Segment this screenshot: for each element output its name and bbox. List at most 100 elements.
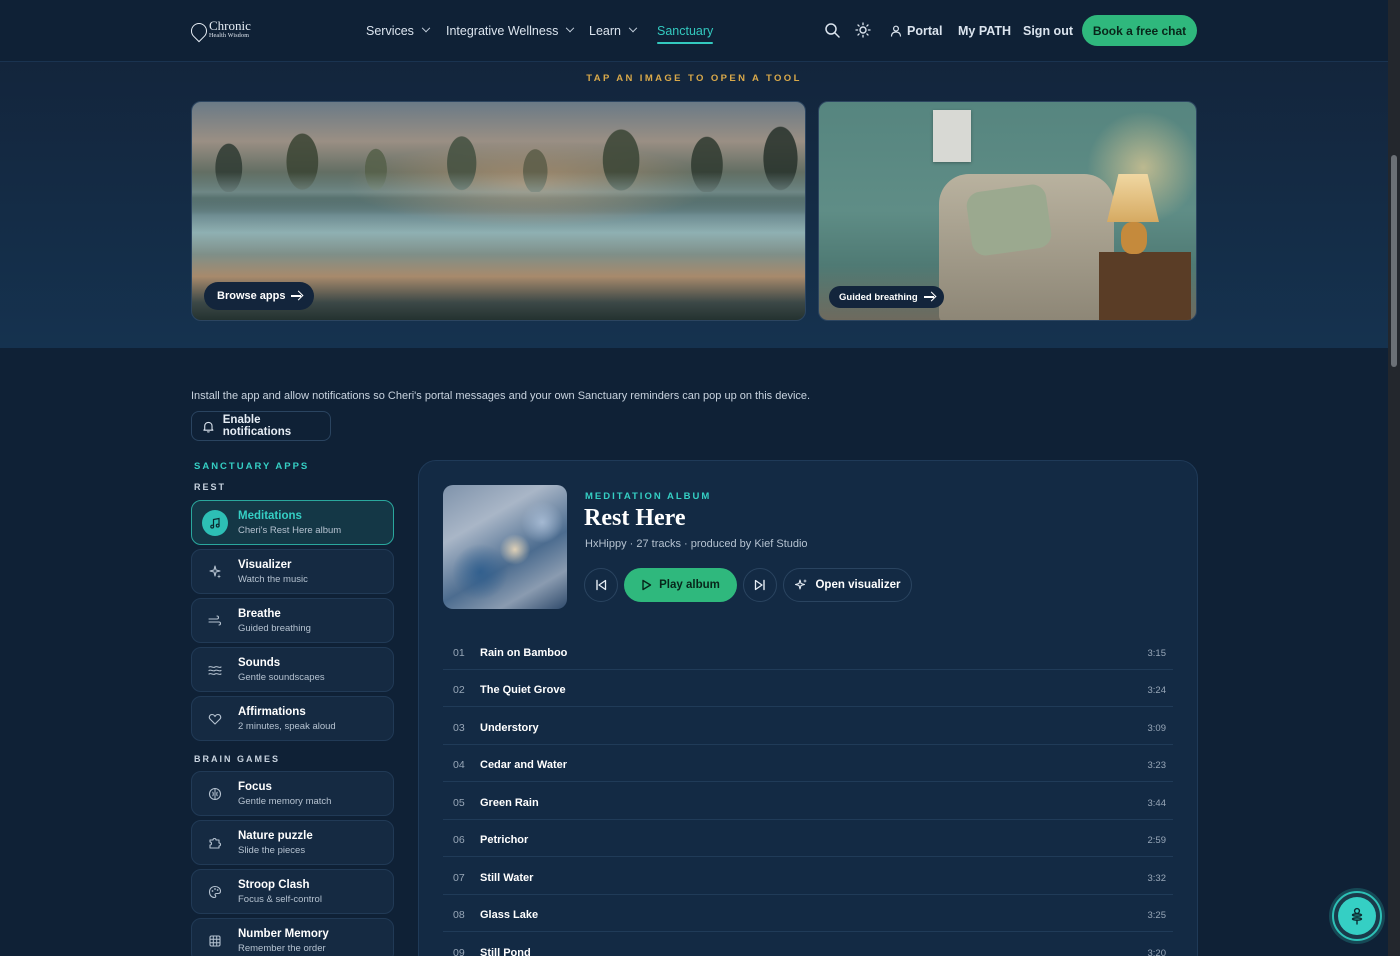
guided-breathing-label: Guided breathing: [839, 291, 918, 303]
nav-learn[interactable]: Learn: [589, 22, 638, 40]
sidebar-item-title: Meditations: [238, 510, 302, 522]
sidebar-item-subtitle: Cheri's Rest Here album: [238, 525, 342, 536]
track-number: 04: [453, 759, 465, 771]
sidebar-item-stroop-clash[interactable]: Stroop Clash Focus & self-control: [191, 869, 394, 914]
sidebar-item-visualizer[interactable]: Visualizer Watch the music: [191, 549, 394, 594]
sparkles-icon: [795, 579, 808, 590]
track-name: Petrichor: [480, 834, 529, 846]
track-number: 05: [453, 797, 465, 809]
track-row[interactable]: 03 Understory 3:09: [443, 708, 1173, 745]
sign-out-label: Sign out: [1023, 24, 1073, 38]
lotus-icon: [1351, 907, 1363, 925]
open-visualizer-button[interactable]: Open visualizer: [783, 568, 912, 602]
grid-icon: [202, 928, 228, 954]
sidebar-item-title: Breathe: [238, 608, 281, 620]
sidebar-item-subtitle: Gentle soundscapes: [238, 672, 325, 683]
nav-sanctuary[interactable]: Sanctuary: [657, 22, 714, 44]
play-icon: [642, 579, 652, 591]
sidebar-item-title: Stroop Clash: [238, 879, 310, 891]
cozy-room-image-tile[interactable]: Guided breathing: [818, 101, 1197, 321]
track-number: 07: [453, 872, 465, 884]
album-cover-art: [443, 485, 567, 609]
previous-track-button[interactable]: [584, 568, 618, 602]
sidebar-item-title: Number Memory: [238, 928, 329, 940]
nav-services[interactable]: Services: [366, 22, 431, 40]
track-row[interactable]: 02 The Quiet Grove 3:24: [443, 670, 1173, 707]
sidebar-item-title: Nature puzzle: [238, 830, 313, 842]
sidebar-item-title: Affirmations: [238, 706, 306, 718]
logo-subtitle: Health Wisdom: [209, 33, 250, 39]
hero-tagline: TAP AN IMAGE TO OPEN A TOOL: [586, 73, 802, 84]
rest-group-label: REST: [194, 482, 227, 492]
track-duration: 3:32: [1147, 873, 1167, 884]
scrollbar-thumb[interactable]: [1391, 155, 1397, 367]
play-album-button[interactable]: Play album: [624, 568, 737, 602]
track-row[interactable]: 09 Still Pond 3:20: [443, 933, 1173, 956]
heart-icon: [202, 706, 228, 732]
floating-assistant-button[interactable]: [1332, 891, 1382, 941]
guided-breathing-button[interactable]: Guided breathing: [829, 286, 944, 308]
track-duration: 3:25: [1147, 910, 1167, 921]
palette-icon: [202, 879, 228, 905]
browse-apps-button[interactable]: Browse apps: [204, 282, 315, 310]
track-duration: 3:23: [1147, 760, 1167, 771]
sanctuary-apps-heading: SANCTUARY APPS: [194, 461, 310, 472]
portal-link[interactable]: Portal: [890, 22, 942, 40]
sidebar-item-focus[interactable]: Focus Gentle memory match: [191, 771, 394, 816]
sidebar-item-subtitle: Gentle memory match: [238, 796, 332, 807]
brain-icon: [202, 781, 228, 807]
sidebar-item-subtitle: Focus & self-control: [238, 894, 322, 905]
nav-sanctuary-label: Sanctuary: [657, 24, 714, 38]
open-visualizer-label: Open visualizer: [815, 579, 901, 591]
track-row[interactable]: 06 Petrichor 2:59: [443, 820, 1173, 857]
track-duration: 3:20: [1147, 948, 1167, 956]
track-name: Green Rain: [480, 797, 539, 809]
arrow-right-icon: [923, 296, 934, 298]
nav-learn-label: Learn: [589, 24, 621, 38]
track-name: Understory: [480, 722, 539, 734]
top-navigation-bar: Chronic Health Wisdom Services Integrati…: [0, 0, 1388, 62]
sun-theme-toggle-icon[interactable]: [855, 22, 871, 38]
track-row[interactable]: 01 Rain on Bamboo 3:15: [443, 633, 1173, 670]
enable-notifications-button[interactable]: Enable notifications: [191, 411, 331, 441]
browse-apps-label: Browse apps: [217, 290, 286, 302]
site-logo[interactable]: Chronic Health Wisdom: [187, 18, 257, 44]
track-row[interactable]: 04 Cedar and Water 3:23: [443, 745, 1173, 782]
sidebar-item-subtitle: Watch the music: [238, 574, 308, 585]
page-scrollbar[interactable]: [1388, 0, 1400, 956]
sidebar-item-breathe[interactable]: Breathe Guided breathing: [191, 598, 394, 643]
search-icon[interactable]: [824, 22, 840, 38]
sign-out-link[interactable]: Sign out: [1023, 22, 1073, 40]
sidebar-item-number-memory[interactable]: Number Memory Remember the order: [191, 918, 394, 956]
sidebar-item-title: Visualizer: [238, 559, 292, 571]
wind-icon: [202, 608, 228, 634]
track-name: Still Water: [480, 872, 534, 884]
my-path-label: My PATH: [958, 24, 1012, 38]
track-name: Still Pond: [480, 947, 531, 956]
next-track-button[interactable]: [743, 568, 777, 602]
my-path-link[interactable]: My PATH: [958, 22, 1011, 40]
enable-notifications-label: Enable notifications: [222, 414, 292, 438]
track-name: Rain on Bamboo: [480, 647, 568, 659]
music-note-icon: [202, 510, 228, 536]
nav-integrative-wellness[interactable]: Integrative Wellness: [446, 22, 575, 40]
sidebar-item-title: Focus: [238, 781, 272, 793]
play-album-label: Play album: [659, 579, 720, 591]
sidebar-item-affirmations[interactable]: Affirmations 2 minutes, speak aloud: [191, 696, 394, 741]
book-free-chat-button[interactable]: Book a free chat: [1082, 15, 1197, 46]
arrow-right-icon: [291, 295, 302, 297]
user-icon: [890, 25, 902, 37]
sparkles-icon: [202, 559, 228, 585]
track-row[interactable]: 07 Still Water 3:32: [443, 858, 1173, 895]
track-number: 06: [453, 834, 465, 846]
sidebar-item-nature-puzzle[interactable]: Nature puzzle Slide the pieces: [191, 820, 394, 865]
chevron-down-icon: [566, 23, 575, 33]
track-row[interactable]: 08 Glass Lake 3:25: [443, 895, 1173, 932]
track-row[interactable]: 05 Green Rain 3:44: [443, 783, 1173, 820]
lake-sunrise-image-tile[interactable]: Browse apps: [191, 101, 806, 321]
track-name: Cedar and Water: [480, 759, 568, 771]
track-duration: 3:15: [1147, 648, 1167, 659]
track-duration: 3:44: [1147, 798, 1167, 809]
sidebar-item-meditations[interactable]: Meditations Cheri's Rest Here album: [191, 500, 394, 545]
sidebar-item-sounds[interactable]: Sounds Gentle soundscapes: [191, 647, 394, 692]
